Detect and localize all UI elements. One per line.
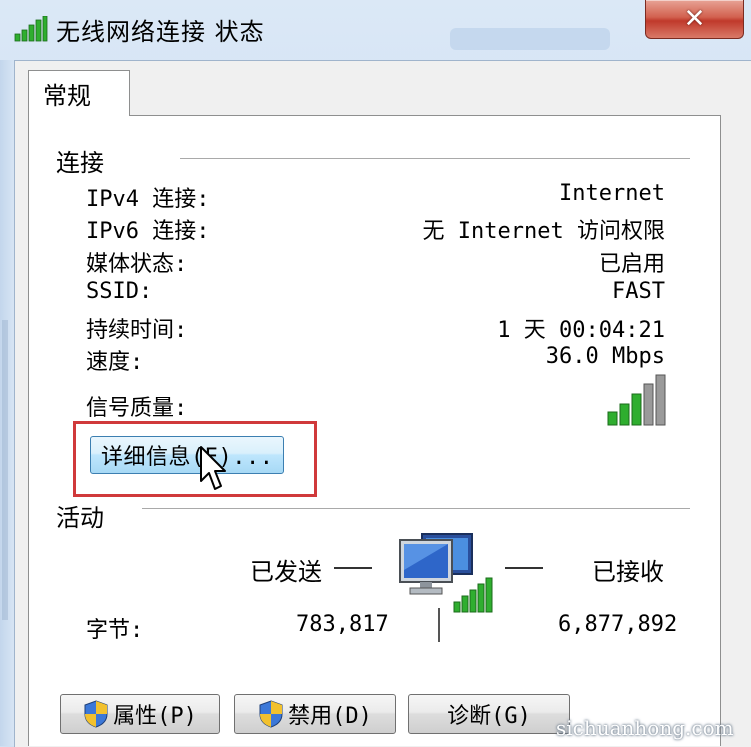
ssid-value: FAST — [612, 279, 665, 304]
sent-label: 已发送 — [250, 558, 322, 586]
duration-label: 持续时间: — [86, 318, 188, 343]
title-bar: 无线网络连接 状态 ✕ — [0, 0, 751, 55]
connection-group-divider — [180, 158, 690, 159]
signal-quality-label: 信号质量: — [86, 396, 188, 421]
disable-button-label: 禁用(D) — [288, 704, 372, 729]
ssid-label: SSID: — [86, 279, 153, 304]
bytes-sent-value: 783,817 — [296, 612, 389, 637]
received-label: 已接收 — [592, 558, 664, 586]
title-glass-blur — [450, 28, 610, 50]
ipv4-label: IPv4 连接: — [86, 187, 210, 212]
mouse-cursor-icon — [200, 446, 226, 490]
diagnose-button-label: 诊断(G) — [447, 704, 531, 729]
activity-group-divider — [142, 508, 690, 509]
details-button[interactable]: 详细信息(E)... — [90, 436, 284, 474]
ipv4-value: Internet — [559, 181, 665, 206]
wifi-signal-icon — [14, 16, 48, 42]
signal-strength-icon — [607, 374, 666, 426]
bytes-received-value: 6,877,892 — [558, 612, 678, 637]
ipv6-value: 无 Internet 访问权限 — [422, 219, 665, 244]
close-button[interactable]: ✕ — [645, 0, 744, 39]
activity-separator — [438, 608, 440, 642]
window-left-border — [0, 60, 14, 746]
window-frame: 无线网络连接 状态 ✕ 常规 连接 IPv4 连接: Internet IPv6… — [0, 0, 751, 747]
properties-button[interactable]: 属性(P) — [60, 694, 220, 734]
activity-group-label: 活动 — [56, 504, 104, 532]
network-computers-icon — [399, 533, 493, 613]
watermark-text: sichuanhong.com — [556, 716, 734, 740]
properties-button-label: 属性(P) — [113, 704, 197, 729]
received-dash — [505, 567, 543, 569]
uac-shield-icon — [259, 700, 283, 728]
sent-dash — [334, 567, 372, 569]
media-state-label: 媒体状态: — [86, 252, 188, 277]
ipv6-label: IPv6 连接: — [86, 219, 210, 244]
tab-general[interactable]: 常规 — [28, 70, 130, 116]
disable-button[interactable]: 禁用(D) — [234, 694, 396, 734]
speed-value: 36.0 Mbps — [545, 344, 665, 369]
bytes-label: 字节: — [86, 618, 144, 643]
duration-value: 1 天 00:04:21 — [497, 318, 665, 343]
close-icon: ✕ — [683, 4, 706, 34]
media-state-value: 已启用 — [598, 252, 665, 277]
connection-group-label: 连接 — [56, 149, 104, 177]
diagnose-button[interactable]: 诊断(G) — [408, 694, 570, 734]
window-title: 无线网络连接 状态 — [56, 18, 265, 46]
uac-shield-icon — [84, 700, 108, 728]
speed-label: 速度: — [86, 350, 144, 375]
